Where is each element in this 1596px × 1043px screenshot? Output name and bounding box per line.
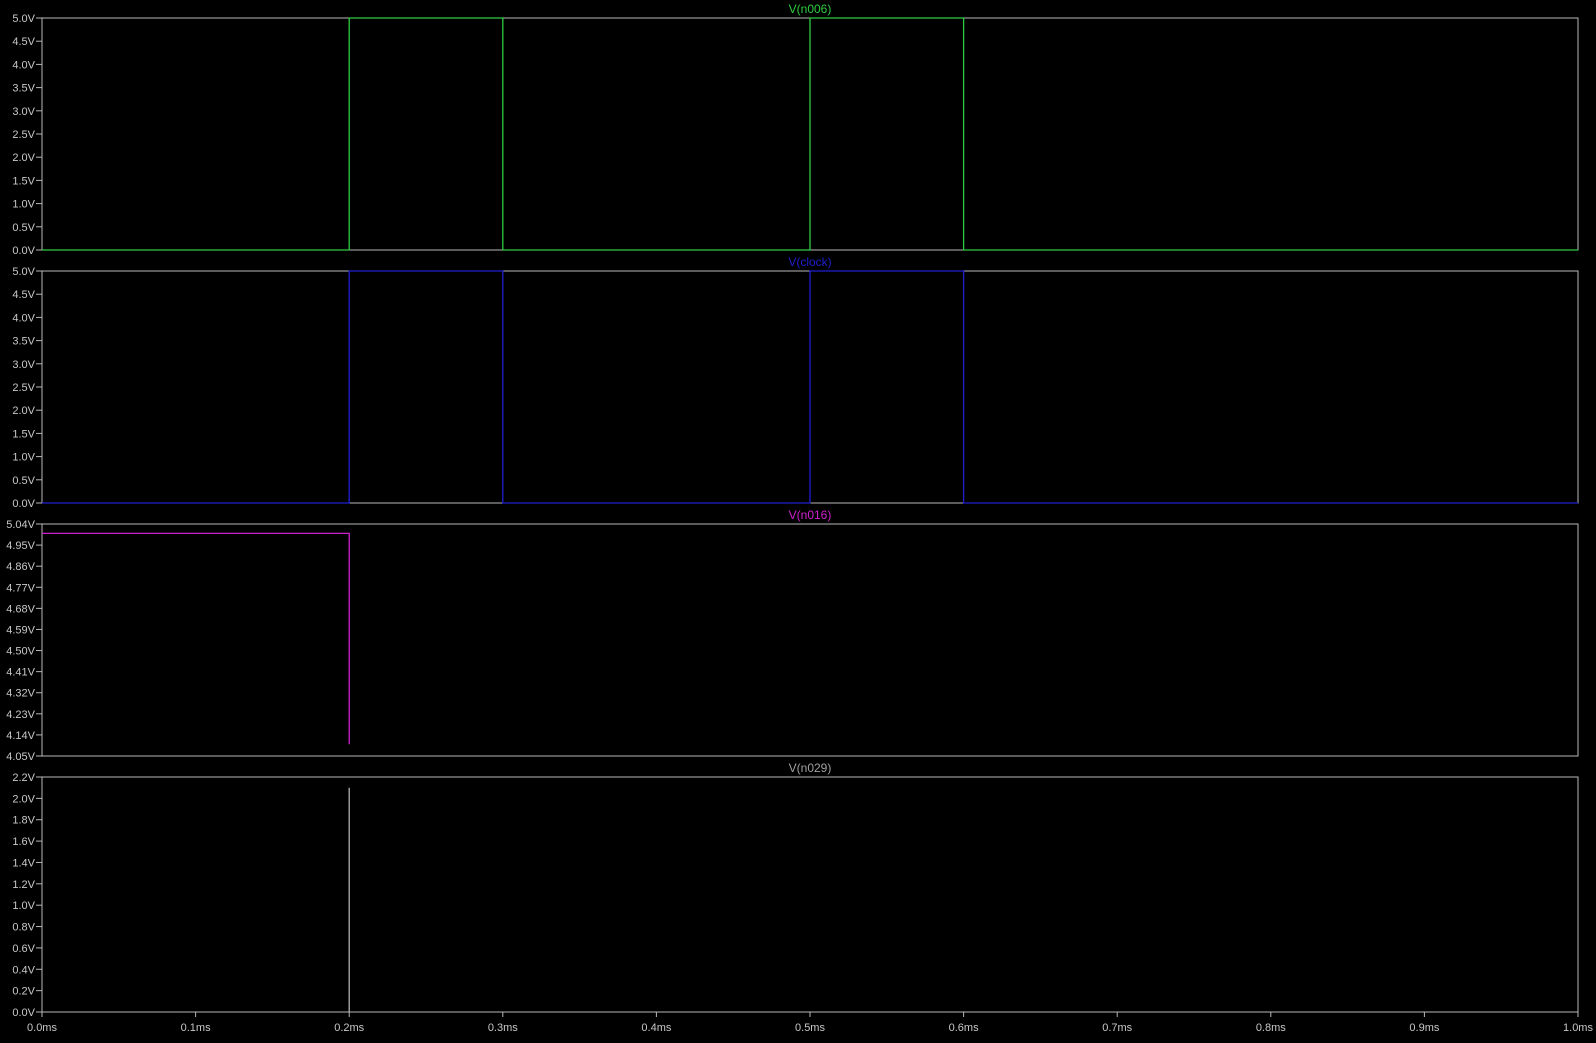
y-tick-label: 2.0V (12, 152, 35, 164)
x-tick-label: 0.7ms (1102, 1022, 1132, 1034)
y-tick-label: 4.95V (6, 540, 35, 552)
y-tick-label: 4.5V (12, 289, 35, 301)
y-tick-label: 4.41V (6, 667, 35, 679)
y-tick-label: 0.0V (12, 1007, 35, 1019)
waveform-viewer: V(n006) 0.0V 0.5V 1.0V 1.5V 2.0V 2.5V 3.0V 3.5V 4… (0, 0, 1596, 1038)
y-tick-label: 1.2V (12, 879, 35, 891)
trace-title-3[interactable]: V(n016) (789, 508, 832, 522)
y-tick-label: 4.14V (6, 730, 35, 742)
y-tick-label: 3.5V (12, 83, 35, 95)
y-tick-label: 4.32V (6, 688, 35, 700)
x-tick-label: 0.5ms (795, 1022, 825, 1034)
y-tick-label: 3.0V (12, 106, 35, 118)
y-tick-label: 1.5V (12, 428, 35, 440)
y-tick-label: 3.5V (12, 336, 35, 348)
y-tick-label: 1.5V (12, 175, 35, 187)
trace-line-3[interactable] (42, 532, 350, 745)
x-tick-label: 0.8ms (1256, 1022, 1286, 1034)
y-tick-label: 0.6V (12, 943, 35, 955)
x-tick-label: 0.2ms (334, 1022, 364, 1034)
y-tick-label: 0.4V (12, 964, 35, 976)
y-tick-label: 1.0V (12, 199, 35, 211)
y-tick-label: 2.2V (12, 772, 35, 784)
y-tick-label: 0.0V (12, 245, 35, 257)
trace-title-1[interactable]: V(n006) (789, 2, 832, 16)
y-tick-label: 4.0V (12, 312, 35, 324)
y-tick-label: 1.0V (12, 900, 35, 912)
y-tick-label: 0.8V (12, 922, 35, 934)
y-tick-label: 4.77V (6, 582, 35, 594)
y-tick-label: 4.68V (6, 603, 35, 615)
y-tick-label: 0.0V (12, 498, 35, 510)
x-tick-label: 1.0ms (1563, 1022, 1593, 1034)
y-tick-label: 1.0V (12, 452, 35, 464)
y-tick-label: 0.5V (12, 222, 35, 234)
x-tick-label: 0.4ms (641, 1022, 671, 1034)
y-tick-label: 2.5V (12, 129, 35, 141)
y-tick-label: 4.0V (12, 59, 35, 71)
trace-title-2[interactable]: V(clock) (788, 255, 831, 269)
y-tick-label: 1.8V (12, 815, 35, 827)
x-tick-label: 0.9ms (1409, 1022, 1439, 1034)
y-tick-label: 5.04V (6, 519, 35, 531)
trace-line-2[interactable] (42, 270, 1578, 504)
y-tick-label: 4.05V (6, 751, 35, 763)
x-tick-label: 0.0ms (27, 1022, 57, 1034)
y-tick-label: 1.4V (12, 857, 35, 869)
waveform-plot[interactable]: V(n006) 0.0V 0.5V 1.0V 1.5V 2.0V 2.5V 3.0V 3.5V 4… (0, 0, 1596, 1038)
y-tick-label: 1.6V (12, 836, 35, 848)
y-tick-label: 2.5V (12, 382, 35, 394)
y-tick-label: 4.59V (6, 624, 35, 636)
y-tick-label: 0.2V (12, 986, 35, 998)
x-tick-label: 0.1ms (181, 1022, 211, 1034)
y-tick-label: 5.0V (12, 13, 35, 25)
plot-pane-frame-4 (41, 776, 1579, 1013)
trace-title-4[interactable]: V(n029) (789, 761, 832, 775)
y-tick-label: 2.0V (12, 793, 35, 805)
y-tick-label: 5.0V (12, 266, 35, 278)
x-tick-label: 0.6ms (949, 1022, 979, 1034)
y-tick-label: 4.50V (6, 646, 35, 658)
y-tick-label: 3.0V (12, 359, 35, 371)
plot-pane-frame-3 (41, 523, 1579, 757)
y-tick-label: 0.5V (12, 475, 35, 487)
x-tick-label: 0.3ms (488, 1022, 518, 1034)
y-tick-label: 4.86V (6, 561, 35, 573)
y-tick-label: 2.0V (12, 405, 35, 417)
trace-line-1[interactable] (42, 17, 1578, 251)
y-tick-label: 4.5V (12, 36, 35, 48)
y-tick-label: 4.23V (6, 709, 35, 721)
